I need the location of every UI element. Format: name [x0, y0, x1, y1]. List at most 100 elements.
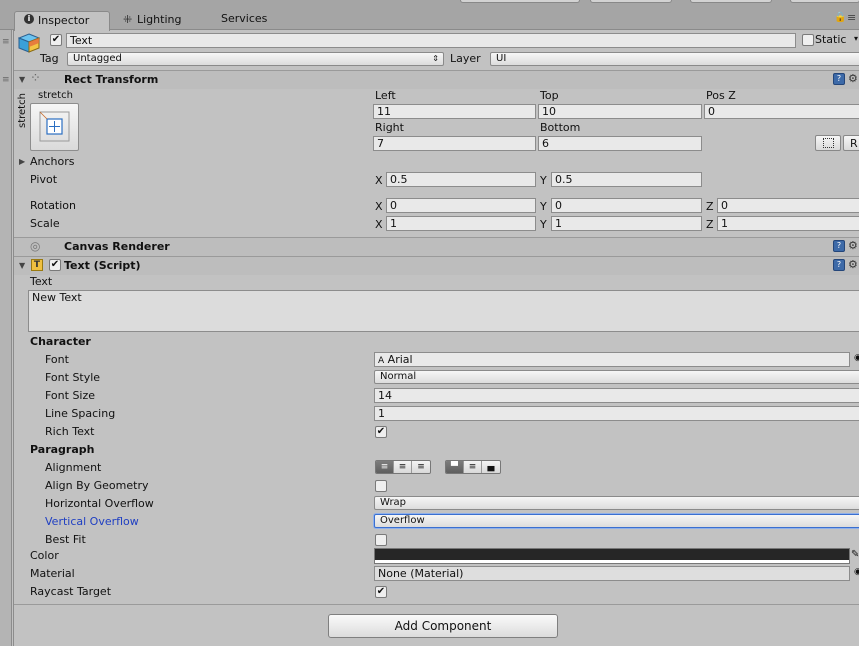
gear-icon[interactable]: ⚙: [848, 239, 858, 252]
active-checkbox[interactable]: ✔: [50, 34, 62, 46]
font-value: Arial: [387, 353, 413, 366]
gear-icon[interactable]: ⚙: [848, 258, 858, 271]
raycast-target-checkbox[interactable]: ✔: [375, 586, 387, 598]
rotation-y-field[interactable]: 0: [551, 198, 702, 213]
pivot-x-field[interactable]: 0.5: [386, 172, 536, 187]
font-field[interactable]: A Arial: [374, 352, 850, 367]
foldout-closed-icon[interactable]: ▶: [19, 157, 25, 166]
rotation-z-field[interactable]: 0: [717, 198, 859, 213]
info-icon: i: [24, 14, 34, 24]
axis-x-label: X: [375, 200, 383, 213]
material-field[interactable]: None (Material): [374, 566, 850, 581]
toolbar-button[interactable]: [690, 0, 772, 3]
component-title: Text (Script): [64, 259, 141, 272]
tab-lighting[interactable]: ⁜ Lighting: [118, 12, 208, 30]
object-picker-icon[interactable]: ◉: [854, 353, 859, 363]
vertical-overflow-dropdown[interactable]: Overflow: [374, 514, 859, 528]
align-left-icon[interactable]: ≡: [376, 461, 394, 473]
bottom-label: Bottom: [540, 121, 581, 134]
color-swatch-fill: [375, 549, 849, 560]
toolbar-button[interactable]: [590, 0, 672, 3]
font-style-dropdown[interactable]: Normal: [374, 370, 859, 384]
font-style-value: Normal: [380, 371, 417, 382]
rich-text-checkbox[interactable]: ✔: [375, 426, 387, 438]
line-spacing-field[interactable]: 1: [374, 406, 859, 421]
bottom-field[interactable]: 6: [538, 136, 702, 151]
tab-bar: i Inspector ⁜ Lighting Services 🔒 ≡: [0, 0, 859, 31]
align-right-icon[interactable]: ≡: [412, 461, 430, 473]
component-header-icons: ? ⚙: [833, 258, 859, 273]
right-field[interactable]: 7: [373, 136, 536, 151]
axis-y-label: Y: [540, 174, 547, 187]
toolbar-button[interactable]: [790, 0, 859, 3]
top-field[interactable]: 10: [538, 104, 702, 119]
static-dropdown-arrow[interactable]: ▾: [854, 34, 858, 43]
static-label: Static: [815, 33, 847, 46]
axis-y-label: Y: [540, 200, 547, 213]
vertical-alignment-group: ▀ ≡ ▄: [445, 460, 501, 474]
line-spacing-label: Line Spacing: [45, 407, 116, 420]
horizontal-overflow-dropdown[interactable]: Wrap: [374, 496, 859, 510]
component-title: Canvas Renderer: [64, 240, 170, 253]
raw-edit-button[interactable]: R: [843, 135, 859, 151]
rotation-x-field[interactable]: 0: [386, 198, 536, 213]
align-center-icon[interactable]: ≡: [394, 461, 412, 473]
menu-icon[interactable]: ≡: [847, 11, 856, 24]
chevron-updown-icon: ⇕: [432, 54, 439, 63]
layer-dropdown[interactable]: UI: [490, 52, 859, 66]
horizontal-alignment-group: ≡ ≡ ≡: [375, 460, 431, 474]
layer-label: Layer: [450, 52, 481, 65]
tag-dropdown[interactable]: Untagged ⇕: [67, 52, 444, 66]
component-enabled-checkbox[interactable]: ✔: [49, 259, 61, 271]
tab-inspector[interactable]: i Inspector: [14, 11, 110, 31]
posz-field[interactable]: 0: [704, 104, 859, 119]
pivot-label: Pivot: [30, 173, 58, 186]
text-script-header[interactable]: ▼ T ✔ Text (Script) ? ⚙: [14, 256, 859, 275]
horizontal-overflow-label: Horizontal Overflow: [45, 497, 154, 510]
static-checkbox[interactable]: [802, 34, 814, 46]
anchors-label[interactable]: Anchors: [30, 155, 75, 169]
gear-icon[interactable]: ⚙: [848, 72, 858, 85]
anchor-presets-button[interactable]: [30, 103, 79, 151]
best-fit-label: Best Fit: [45, 533, 86, 546]
gutter-grip: ≡: [2, 75, 10, 85]
align-top-icon[interactable]: ▀: [446, 461, 464, 473]
color-swatch[interactable]: [374, 548, 850, 564]
help-book-icon[interactable]: ?: [833, 73, 845, 85]
add-component-button[interactable]: Add Component: [328, 614, 558, 638]
align-bottom-icon[interactable]: ▄: [482, 461, 500, 473]
font-style-label: Font Style: [45, 371, 101, 384]
horizontal-overflow-value: Wrap: [380, 497, 407, 508]
foldout-open-icon[interactable]: ▼: [19, 75, 25, 84]
scale-x-field[interactable]: 1: [386, 216, 536, 231]
tab-services[interactable]: Services: [214, 12, 284, 30]
axis-x-label: X: [375, 174, 383, 187]
align-middle-icon[interactable]: ≡: [464, 461, 482, 473]
best-fit-checkbox[interactable]: [375, 534, 387, 546]
help-book-icon[interactable]: ?: [833, 259, 845, 271]
left-label: Left: [375, 89, 396, 102]
left-field[interactable]: 11: [373, 104, 536, 119]
eyedropper-icon[interactable]: ✎: [851, 549, 859, 560]
dotted-square-icon: [823, 138, 834, 148]
align-by-geometry-checkbox[interactable]: [375, 480, 387, 492]
raycast-target-label: Raycast Target: [30, 585, 112, 598]
foldout-open-icon[interactable]: ▼: [19, 261, 25, 270]
scale-z-field[interactable]: 1: [717, 216, 859, 231]
help-book-icon[interactable]: ?: [833, 240, 845, 252]
rect-transform-icon: ⁘: [30, 71, 41, 86]
tag-label: Tag: [40, 52, 59, 65]
object-picker-icon[interactable]: ◉: [854, 567, 859, 577]
material-label: Material: [30, 567, 75, 580]
object-name-field[interactable]: Text: [66, 33, 796, 48]
rect-transform-header[interactable]: ▼ ⁘ Rect Transform ? ⚙: [14, 70, 859, 89]
raw-edit-label: R: [850, 137, 858, 150]
scale-y-field[interactable]: 1: [551, 216, 702, 231]
toolbar-button[interactable]: [460, 0, 580, 3]
font-size-field[interactable]: 14: [374, 388, 859, 403]
lock-icon[interactable]: 🔒: [834, 12, 846, 23]
canvas-renderer-header[interactable]: ◎ Canvas Renderer ? ⚙: [14, 237, 859, 256]
text-area[interactable]: New Text: [28, 290, 859, 332]
pivot-y-field[interactable]: 0.5: [551, 172, 702, 187]
blueprint-mode-button[interactable]: [815, 135, 841, 151]
